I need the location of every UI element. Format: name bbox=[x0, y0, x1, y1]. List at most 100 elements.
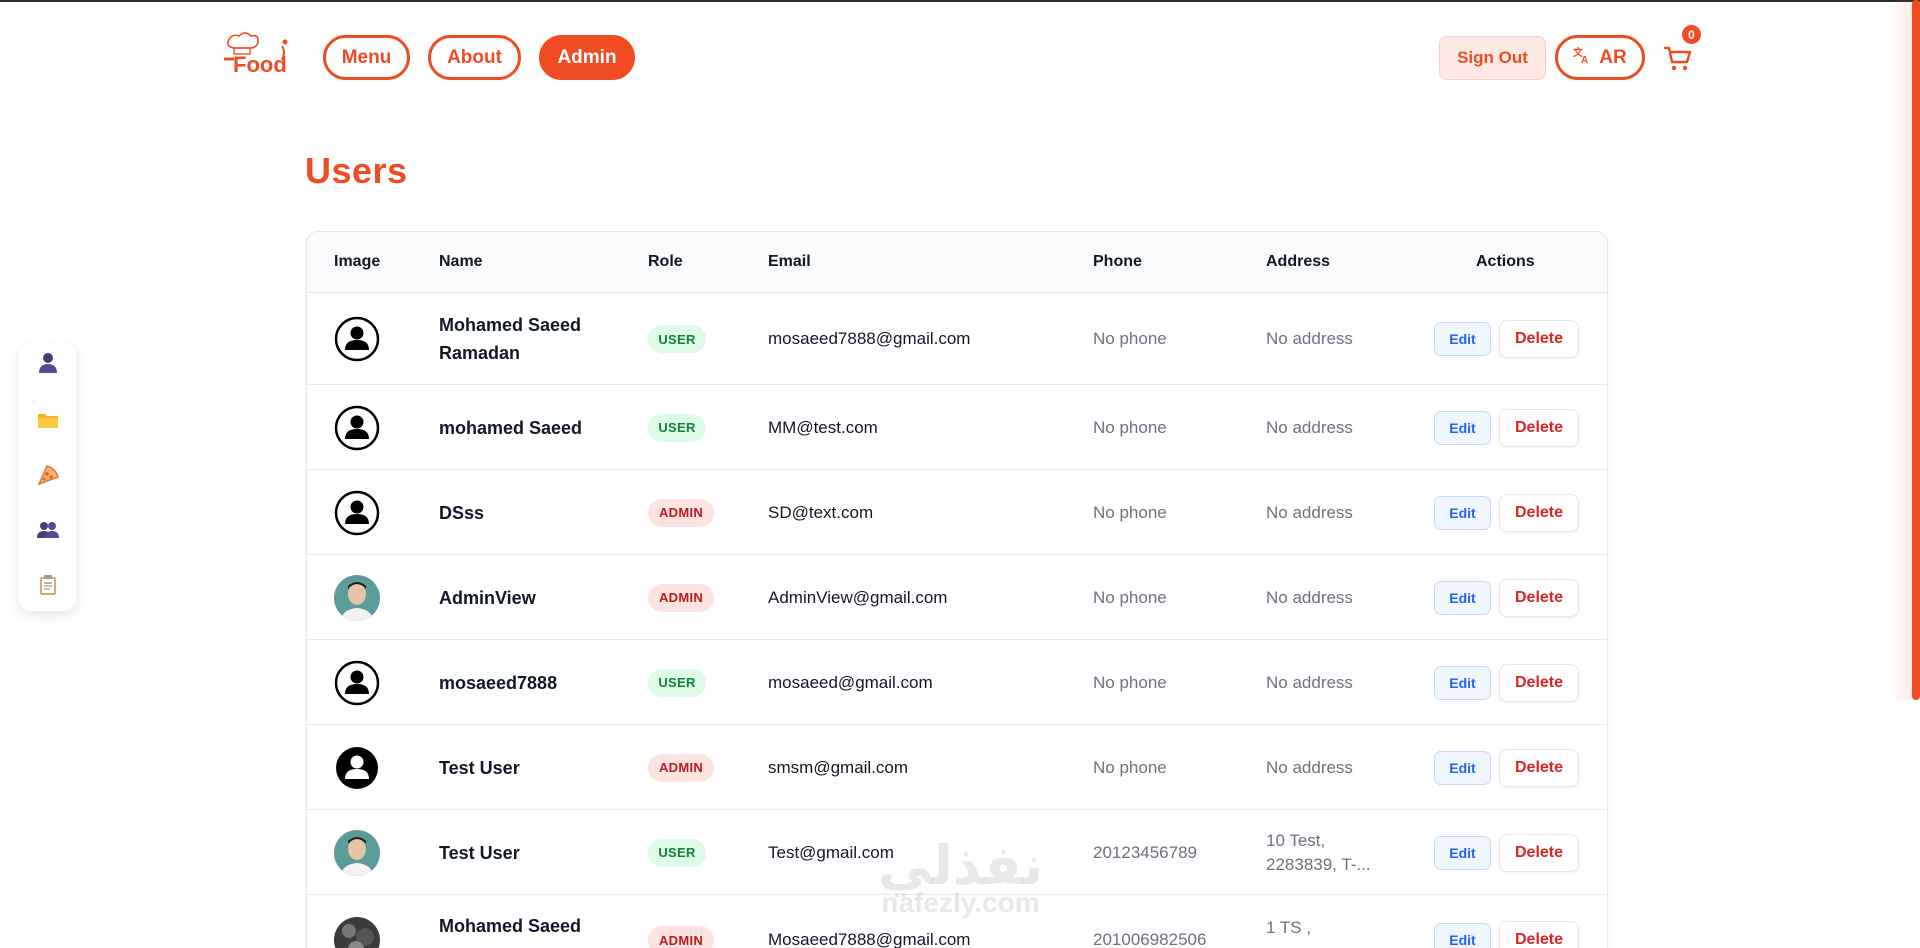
nav-menu-button[interactable]: Menu bbox=[323, 35, 410, 80]
table-row: mosaeed7888 USER mosaeed@gmail.com No ph… bbox=[307, 640, 1607, 725]
user-email: mosaeed@gmail.com bbox=[768, 672, 933, 692]
language-label: AR bbox=[1599, 46, 1627, 68]
user-avatar bbox=[334, 405, 380, 451]
user-avatar bbox=[334, 316, 380, 362]
table-row: mohamed Saeed USER MM@test.com No phone … bbox=[307, 385, 1607, 470]
translate-icon: 文 A bbox=[1573, 46, 1591, 70]
user-avatar bbox=[334, 490, 380, 536]
nav-about-button[interactable]: About bbox=[428, 35, 521, 80]
user-address: 1 TS , bbox=[1266, 918, 1312, 937]
role-badge: USER bbox=[648, 325, 706, 353]
user-avatar bbox=[334, 917, 380, 948]
sign-out-button[interactable]: Sign Out bbox=[1439, 36, 1546, 80]
role-badge: ADMIN bbox=[648, 753, 714, 782]
user-avatar bbox=[334, 574, 380, 621]
user-phone: 20123456789 bbox=[1093, 842, 1198, 862]
header-email: Email bbox=[768, 253, 811, 270]
cart-count-badge: 0 bbox=[1682, 25, 1701, 44]
delete-button[interactable]: Delete bbox=[1499, 748, 1579, 787]
user-address: No address bbox=[1266, 587, 1353, 607]
delete-button[interactable]: Delete bbox=[1499, 663, 1579, 702]
user-name: Test User bbox=[439, 842, 520, 863]
folder-icon[interactable] bbox=[36, 408, 60, 432]
user-name: AdminView bbox=[439, 587, 536, 608]
role-badge: ADMIN bbox=[648, 926, 714, 948]
cart-icon[interactable] bbox=[1663, 44, 1693, 74]
table-row: AdminView ADMIN AdminView@gmail.com No p… bbox=[307, 555, 1607, 640]
user-icon[interactable] bbox=[36, 351, 60, 375]
user-phone: No phone bbox=[1093, 417, 1167, 437]
role-badge: ADMIN bbox=[648, 583, 714, 612]
edit-button[interactable]: Edit bbox=[1434, 495, 1491, 530]
page-title: Users bbox=[305, 150, 408, 191]
food-logo[interactable]: Food bbox=[222, 30, 292, 77]
role-badge: USER bbox=[648, 838, 706, 867]
language-toggle-button[interactable]: 文 A AR bbox=[1555, 35, 1645, 80]
user-address: No address bbox=[1266, 417, 1353, 437]
user-name: Test User bbox=[439, 757, 520, 778]
edit-button[interactable]: Edit bbox=[1434, 665, 1491, 700]
clipboard-icon[interactable] bbox=[36, 573, 60, 597]
user-phone: No phone bbox=[1093, 672, 1167, 692]
delete-button[interactable]: Delete bbox=[1499, 833, 1579, 872]
user-phone: No phone bbox=[1093, 757, 1167, 777]
header-phone: Phone bbox=[1093, 253, 1142, 270]
window-top-border bbox=[0, 0, 1920, 2]
edit-button[interactable]: Edit bbox=[1434, 835, 1491, 870]
user-phone: No phone bbox=[1093, 502, 1167, 522]
table-row: Test User USER Test@gmail.com 2012345678… bbox=[307, 810, 1607, 895]
table-row: Mohamed Saeed Ramadan USER mosaeed7888@g… bbox=[307, 293, 1607, 385]
user-address: No address bbox=[1266, 502, 1353, 522]
edit-button[interactable]: Edit bbox=[1434, 750, 1491, 785]
header-address: Address bbox=[1266, 253, 1331, 270]
user-name: DSss bbox=[439, 502, 485, 523]
user-address: 10 Test, 2283839, T-... bbox=[1266, 830, 1371, 874]
delete-button[interactable]: Delete bbox=[1499, 320, 1579, 358]
delete-button[interactable]: Delete bbox=[1499, 408, 1579, 447]
edit-button[interactable]: Edit bbox=[1434, 410, 1491, 445]
edit-button[interactable]: Edit bbox=[1434, 580, 1491, 615]
user-email: Test@gmail.com bbox=[768, 842, 894, 862]
user-email: smsm@gmail.com bbox=[768, 757, 909, 777]
svg-text:A: A bbox=[1581, 55, 1588, 64]
role-badge: USER bbox=[648, 668, 706, 697]
user-address: No address bbox=[1266, 329, 1353, 348]
delete-button[interactable]: Delete bbox=[1499, 493, 1579, 532]
user-email: Mosaeed7888@gmail.com bbox=[768, 930, 971, 948]
scrollbar-thumb[interactable] bbox=[1912, 0, 1920, 700]
table-row: Mohamed Saeed ADMIN Mosaeed7888@gmail.co… bbox=[307, 895, 1607, 948]
table-row: Test User ADMIN smsm@gmail.com No phone … bbox=[307, 725, 1607, 810]
edit-button[interactable]: Edit bbox=[1434, 923, 1491, 948]
pizza-icon[interactable] bbox=[36, 463, 60, 487]
header-name: Name bbox=[439, 253, 483, 270]
user-name: Mohamed Saeed bbox=[439, 916, 582, 936]
nav-admin-button[interactable]: Admin bbox=[539, 35, 635, 80]
user-avatar bbox=[334, 745, 380, 791]
role-badge: ADMIN bbox=[648, 498, 714, 527]
user-email: MM@test.com bbox=[768, 417, 878, 437]
edit-button[interactable]: Edit bbox=[1434, 322, 1491, 356]
table-row: DSss ADMIN SD@text.com No phone No addre… bbox=[307, 470, 1607, 555]
user-address: No address bbox=[1266, 757, 1353, 777]
role-badge: USER bbox=[648, 413, 706, 442]
admin-sidebar bbox=[19, 343, 76, 611]
header-actions: Actions bbox=[1476, 253, 1535, 270]
user-name: mohamed Saeed bbox=[439, 417, 583, 438]
users-icon[interactable] bbox=[36, 518, 60, 542]
user-email: mosaeed7888@gmail.com bbox=[768, 329, 971, 348]
user-address: No address bbox=[1266, 672, 1353, 692]
user-avatar bbox=[334, 829, 380, 876]
user-email: SD@text.com bbox=[768, 502, 874, 522]
user-avatar bbox=[334, 660, 380, 706]
delete-button[interactable]: Delete bbox=[1499, 578, 1579, 617]
user-name: Mohamed Saeed Ramadan bbox=[439, 315, 582, 363]
user-phone: 201006982506 bbox=[1093, 930, 1207, 948]
user-email: AdminView@gmail.com bbox=[768, 587, 948, 607]
delete-button[interactable]: Delete bbox=[1499, 921, 1579, 948]
header-image: Image bbox=[334, 253, 381, 270]
logo-text: Food bbox=[233, 52, 287, 76]
header-role: Role bbox=[648, 253, 683, 270]
users-table: Image Name Role Email Phone Address Acti… bbox=[306, 231, 1608, 948]
table-header: Image Name Role Email Phone Address Acti… bbox=[307, 232, 1607, 293]
user-phone: No phone bbox=[1093, 587, 1167, 607]
